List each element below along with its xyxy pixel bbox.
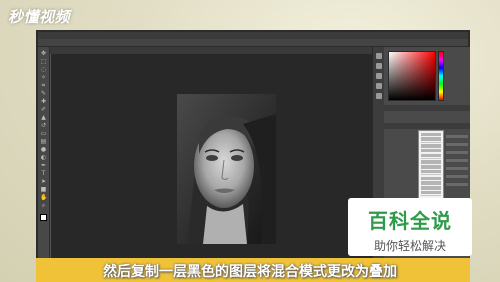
watermark-subtitle: 助你轻松解决: [373, 239, 446, 253]
layer-row[interactable]: [446, 143, 468, 146]
healing-brush-tool-icon[interactable]: ✚: [40, 98, 47, 105]
marquee-tool-icon[interactable]: ⬚: [40, 58, 47, 65]
video-logo: 秒懂视频: [8, 8, 71, 26]
crop-tool-icon[interactable]: ⌗: [40, 82, 47, 89]
layer-row[interactable]: [446, 135, 468, 138]
layer-row[interactable]: [446, 151, 468, 154]
options-bar[interactable]: [38, 39, 468, 47]
blend-mode-option[interactable]: [421, 144, 441, 148]
shape-tool-icon[interactable]: ■: [40, 186, 47, 193]
character-panel-icon[interactable]: [375, 73, 382, 79]
blend-mode-option[interactable]: [421, 137, 441, 141]
properties-panel-icon[interactable]: [375, 63, 382, 69]
path-selection-tool-icon[interactable]: ➤: [40, 178, 47, 185]
foreground-color-swatch[interactable]: [40, 214, 47, 221]
blend-mode-option[interactable]: [421, 148, 441, 153]
portrait-photo: [177, 94, 276, 244]
watermark-title: 百科全说: [368, 209, 452, 233]
blend-mode-option[interactable]: [421, 160, 441, 164]
dodge-tool-icon[interactable]: ◐: [40, 154, 47, 161]
blur-tool-icon[interactable]: ●: [40, 146, 47, 153]
menu-separator: [421, 174, 441, 176]
history-brush-tool-icon[interactable]: ↺: [40, 122, 47, 129]
color-picker-field[interactable]: [388, 51, 436, 101]
hand-tool-icon[interactable]: ✋: [40, 194, 47, 201]
layers-panel-header[interactable]: [384, 123, 470, 129]
menu-separator: [421, 141, 441, 143]
paragraph-panel-icon[interactable]: [375, 83, 382, 89]
zoom-tool-icon[interactable]: ⌕: [40, 202, 47, 209]
layer-row[interactable]: [446, 183, 468, 186]
layer-row[interactable]: [446, 167, 468, 170]
blend-mode-option[interactable]: [421, 132, 441, 137]
lasso-tool-icon[interactable]: ◌: [40, 66, 47, 73]
video-subtitle: 然后复制一层黑色的图层将混合模式更改为叠加: [103, 264, 397, 280]
move-tool-icon[interactable]: ✥: [40, 50, 47, 57]
brush-tool-icon[interactable]: ✐: [40, 106, 47, 113]
eraser-tool-icon[interactable]: ▭: [40, 130, 47, 137]
blend-mode-option[interactable]: [421, 181, 441, 185]
menu-separator: [421, 158, 441, 160]
blend-mode-option[interactable]: [421, 186, 441, 190]
menu-separator: [421, 195, 441, 197]
pen-tool-icon[interactable]: ✒: [40, 162, 47, 169]
eyedropper-tool-icon[interactable]: ✎: [40, 90, 47, 97]
adjustments-panel-header[interactable]: [384, 105, 470, 111]
history-panel-icon[interactable]: [375, 53, 382, 59]
layer-row[interactable]: [446, 159, 468, 162]
blend-mode-option[interactable]: [421, 190, 441, 195]
menu-bar[interactable]: [38, 32, 468, 39]
hue-slider[interactable]: [438, 51, 444, 101]
type-tool-icon[interactable]: T: [40, 170, 47, 177]
magic-wand-tool-icon[interactable]: ✧: [40, 74, 47, 81]
blend-mode-option[interactable]: [421, 153, 441, 158]
brush-panel-icon[interactable]: [375, 93, 382, 99]
stamp-tool-icon[interactable]: ▲: [40, 114, 47, 121]
gradient-tool-icon[interactable]: ▤: [40, 138, 47, 145]
blend-mode-option[interactable]: [421, 176, 441, 181]
canvas-area[interactable]: [51, 54, 372, 262]
blend-mode-option[interactable]: [421, 169, 441, 174]
watermark-badge: 百科全说 助你轻松解决: [348, 198, 472, 256]
tools-panel: ✥ ⬚ ◌ ✧ ⌗ ✎ ✚ ✐ ▲ ↺ ▭ ▤ ● ◐ ✒ T ➤ ■ ✋ ⌕: [38, 47, 50, 262]
document-tab[interactable]: [50, 47, 372, 54]
layer-row[interactable]: [446, 175, 468, 178]
blend-mode-option[interactable]: [421, 165, 441, 169]
